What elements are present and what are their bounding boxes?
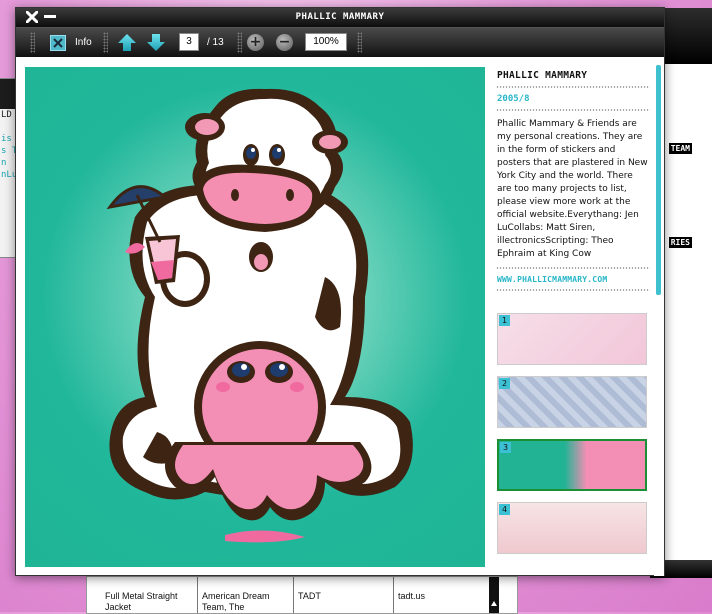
info-description: Phallic Mammary & Friends are my persona… xyxy=(497,119,648,259)
info-panel: PHALLIC MAMMARY 2005/8 Phallic Mammary &… xyxy=(496,68,650,568)
info-date: 2005/8 xyxy=(497,94,530,104)
zoom-level-input[interactable]: 100% xyxy=(305,33,347,51)
divider xyxy=(496,289,650,291)
thumbnail-1[interactable]: 1 xyxy=(497,313,647,365)
thumbnail-3[interactable]: 3 xyxy=(497,439,647,491)
thumbnail-number: 4 xyxy=(499,504,510,515)
zoom-in-icon[interactable]: + xyxy=(247,34,264,51)
table-scrollbar[interactable] xyxy=(489,577,499,613)
scrollbar-thumb[interactable] xyxy=(656,65,661,295)
page-number-input[interactable]: 3 xyxy=(179,33,199,51)
thumbnail-number: 1 xyxy=(499,315,510,326)
website-link[interactable]: WWW.PHALLICMAMMARY.COM xyxy=(496,269,650,289)
image-viewer-window: PHALLIC MAMMARY Info 3 / 13 + − 100% PHA… xyxy=(15,7,665,576)
table-cell: American Dream Team, The xyxy=(197,577,293,613)
grip-icon xyxy=(357,32,362,53)
arrow-up-icon[interactable] xyxy=(117,33,137,52)
grip-icon xyxy=(103,32,108,53)
background-table: Full Metal Straight Jacket American Drea… xyxy=(86,576,518,614)
zoom-out-icon[interactable]: − xyxy=(276,34,293,51)
info-scrollbar[interactable] xyxy=(654,61,664,576)
grip-icon xyxy=(30,32,35,53)
toolbar: Info 3 / 13 + − 100% xyxy=(16,28,664,57)
thumbnail-number: 2 xyxy=(499,378,510,389)
thumbnail-2[interactable]: 2 xyxy=(497,376,647,428)
thumbnail-number: 3 xyxy=(500,442,511,453)
checkbox-icon[interactable] xyxy=(50,34,66,51)
thumbnail-4[interactable]: 4 xyxy=(497,502,647,554)
cow-octopus-illustration xyxy=(106,88,413,543)
window-title: PHALLIC MAMMARY xyxy=(295,12,385,22)
grip-icon xyxy=(237,32,242,53)
background-tag: RIES xyxy=(668,237,692,248)
info-toggle-button[interactable]: Info xyxy=(50,34,92,51)
title-bar[interactable]: PHALLIC MAMMARY xyxy=(16,8,664,28)
table-cell: tadt.us xyxy=(393,577,489,613)
table-cell: TADT xyxy=(293,577,393,613)
info-title: PHALLIC MAMMARY xyxy=(497,70,588,81)
table-cell: Full Metal Straight Jacket xyxy=(105,591,178,612)
arrow-down-icon[interactable] xyxy=(146,33,166,52)
info-label: Info xyxy=(75,37,92,48)
page-total: / 13 xyxy=(207,37,224,48)
artwork-image xyxy=(25,67,485,567)
background-tag: TEAM xyxy=(668,143,692,154)
